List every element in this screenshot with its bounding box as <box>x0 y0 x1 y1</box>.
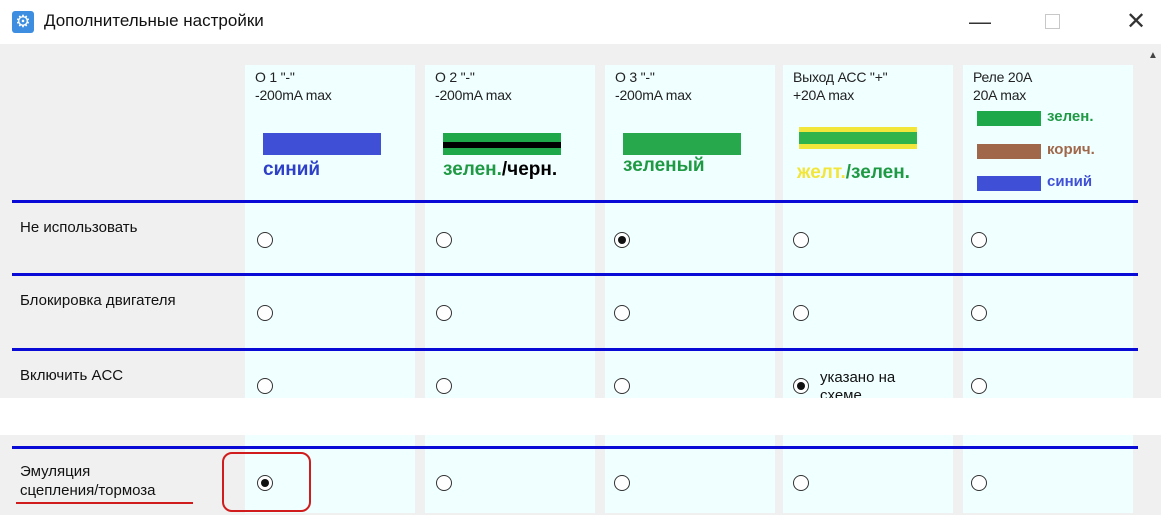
radio-not-used-o1[interactable] <box>257 232 273 248</box>
close-button[interactable]: ✕ <box>1116 6 1156 38</box>
column-header: Реле 20А 20A max зелен. корич. синий <box>963 65 1133 195</box>
radio-engine-block-relay[interactable] <box>971 305 987 321</box>
wire-swatch-green-black <box>443 133 561 155</box>
row-separator <box>12 446 1138 449</box>
wire-label-green: зелен. <box>1047 108 1094 125</box>
wire-color-label: зелен./черн. <box>443 159 558 180</box>
minimize-button[interactable]: — <box>960 6 1000 38</box>
option-note: указано на <box>820 369 896 386</box>
radio-engine-block-o1[interactable] <box>257 305 273 321</box>
column-title: Реле 20А 20A max <box>973 69 1033 103</box>
radio-enable-acc-o3[interactable] <box>614 378 630 394</box>
column-header: Выход АСС "+" +20A max желт./зелен. <box>783 65 953 195</box>
row-separator <box>12 200 1138 203</box>
row-label-not-used: Не использовать <box>20 219 138 236</box>
radio-enable-acc-o2[interactable] <box>436 378 452 394</box>
wire-swatch-green <box>623 133 741 155</box>
wire-swatch-blue <box>263 133 381 155</box>
highlight-box <box>222 452 311 512</box>
wire-label-blue: синий <box>1047 173 1093 190</box>
radio-engine-block-o2[interactable] <box>436 305 452 321</box>
column-title: О 2 "-" -200mA max <box>435 69 512 103</box>
radio-not-used-o3[interactable] <box>614 232 630 248</box>
wire-color-label: синий <box>263 159 321 180</box>
highlight-underline <box>16 502 193 504</box>
wire-label-brown: корич. <box>1047 141 1095 158</box>
wire-swatch-yellow-green <box>799 127 917 149</box>
radio-not-used-relay[interactable] <box>971 232 987 248</box>
scroll-up-arrow[interactable]: ▲ <box>1148 50 1158 61</box>
gear-icon: ⚙ <box>12 11 34 33</box>
column-header: О 2 "-" -200mA max зелен./черн. <box>425 65 595 195</box>
maximize-button[interactable] <box>1032 6 1072 38</box>
radio-engine-block-acc[interactable] <box>793 305 809 321</box>
wire-swatch-brown <box>977 144 1041 159</box>
maximize-icon <box>1044 14 1060 30</box>
column-header: О 3 "-" -200mA max зеленый <box>605 65 775 195</box>
radio-not-used-o2[interactable] <box>436 232 452 248</box>
radio-clutch-brake-o3[interactable] <box>614 475 630 491</box>
column-title: О 3 "-" -200mA max <box>615 69 692 103</box>
row-label-engine-block: Блокировка двигателя <box>20 292 176 309</box>
row-separator <box>12 273 1138 276</box>
title-bar: ⚙ Дополнительные настройки — ✕ <box>0 0 1161 44</box>
radio-engine-block-o3[interactable] <box>614 305 630 321</box>
column-header: О 1 "-" -200mA max синий <box>245 65 415 195</box>
wire-swatch-blue <box>977 176 1041 191</box>
row-label-clutch-brake-emulation: Эмуляция сцепления/тормоза <box>20 463 156 499</box>
radio-enable-acc-relay[interactable] <box>971 378 987 394</box>
window-title: Дополнительные настройки <box>44 11 264 30</box>
row-label-enable-acc: Включить ACC <box>20 367 124 384</box>
radio-clutch-brake-acc[interactable] <box>793 475 809 491</box>
radio-clutch-brake-relay[interactable] <box>971 475 987 491</box>
column-title: О 1 "-" -200mA max <box>255 69 332 103</box>
radio-clutch-brake-o2[interactable] <box>436 475 452 491</box>
column-title: Выход АСС "+" +20A max <box>793 69 888 103</box>
wire-color-label: зеленый <box>623 155 705 176</box>
cropped-gap <box>0 398 1161 435</box>
radio-enable-acc-acc[interactable] <box>793 378 809 394</box>
wire-color-label: желт./зелен. <box>797 162 910 183</box>
radio-enable-acc-o1[interactable] <box>257 378 273 394</box>
row-separator <box>12 348 1138 351</box>
wire-swatch-green <box>977 111 1041 126</box>
radio-not-used-acc[interactable] <box>793 232 809 248</box>
